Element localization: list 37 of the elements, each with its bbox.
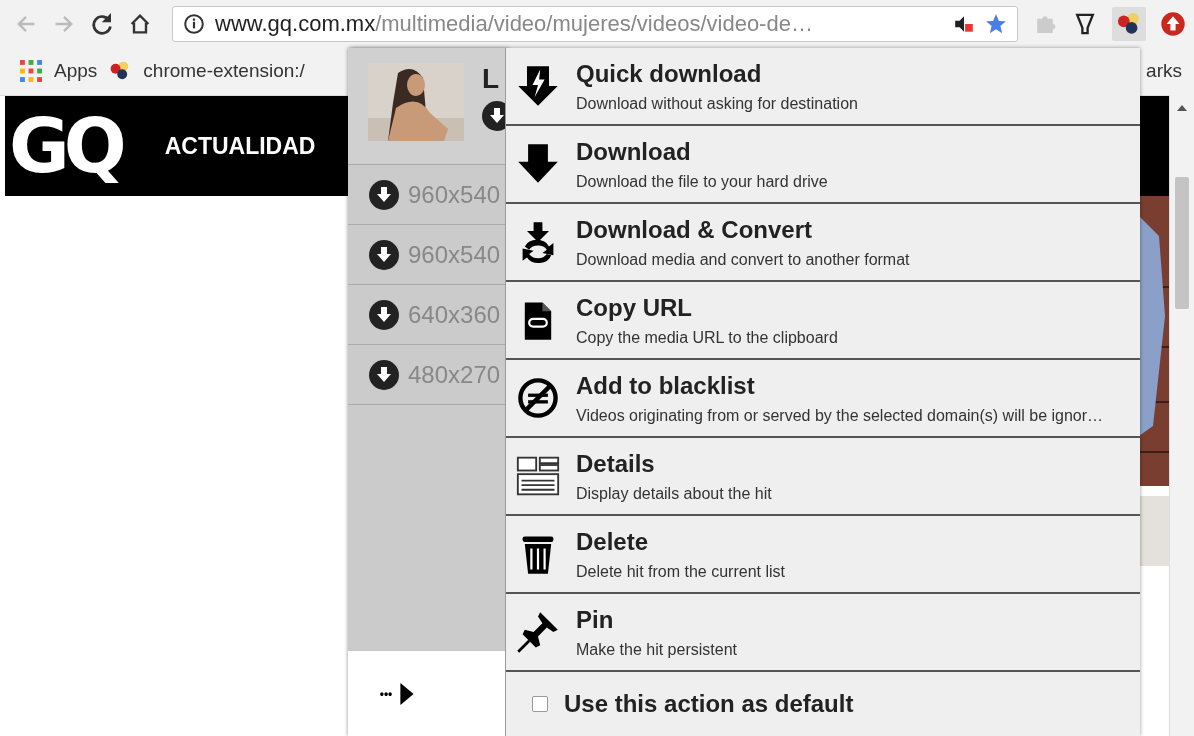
pushpin-icon (516, 610, 560, 654)
lightning-download-icon (516, 64, 560, 108)
default-checkbox[interactable] (532, 696, 548, 712)
site-logo[interactable]: GQ (9, 103, 121, 189)
star-icon[interactable] (985, 12, 1007, 35)
menu-item[interactable]: Add to blacklist Videos originating from or served by the selected domain(s) will be ignor… (506, 360, 1140, 438)
info-icon[interactable] (183, 12, 205, 35)
bookmark-link[interactable]: Apps (54, 60, 98, 82)
nav-link[interactable]: ACTUALIDAD (164, 132, 316, 160)
download-circle-icon (369, 359, 399, 390)
play-icon (400, 682, 415, 705)
menu-item[interactable]: Quick download Download without asking for destination (506, 48, 1140, 126)
menu-item[interactable]: Pin Make the hit persistent (506, 594, 1140, 672)
menu-item[interactable]: Download Download the file to your hard drive (506, 126, 1140, 204)
home-icon[interactable] (128, 11, 152, 36)
bookmark-link[interactable]: arks (1146, 60, 1182, 82)
apps-grid-icon[interactable] (20, 60, 42, 82)
bookmark-link[interactable]: chrome-extension:/ (143, 60, 305, 82)
ban-icon (516, 376, 560, 420)
menu-item[interactable]: Delete Delete hit from the current list (506, 516, 1140, 594)
reload-icon[interactable] (90, 11, 114, 36)
checkbox-label[interactable]: Use this action as default (564, 690, 854, 718)
menu-item[interactable]: Copy URL Copy the media URL to the clipboard (506, 282, 1140, 360)
scroll-thumb[interactable] (1175, 177, 1189, 309)
download-circle-icon (369, 299, 399, 330)
extension-button[interactable] (1112, 6, 1146, 41)
download-circle-icon (369, 239, 399, 270)
menu-item[interactable]: Details Display details about the hit (506, 438, 1140, 516)
scrollbar[interactable] (1169, 95, 1194, 736)
hit-title: L (482, 63, 501, 95)
balls-icon (1116, 10, 1142, 37)
download-circle-icon (369, 179, 399, 210)
address-bar[interactable]: www.gq.com.mx/multimedia/video/mujeres/videos/video-de… (172, 5, 1018, 42)
details-icon (516, 454, 560, 498)
menu-item[interactable]: Download & Convert Download media and convert to another format (506, 204, 1140, 282)
upload-icon[interactable] (1160, 10, 1186, 37)
scroll-up-icon[interactable] (1177, 105, 1187, 111)
